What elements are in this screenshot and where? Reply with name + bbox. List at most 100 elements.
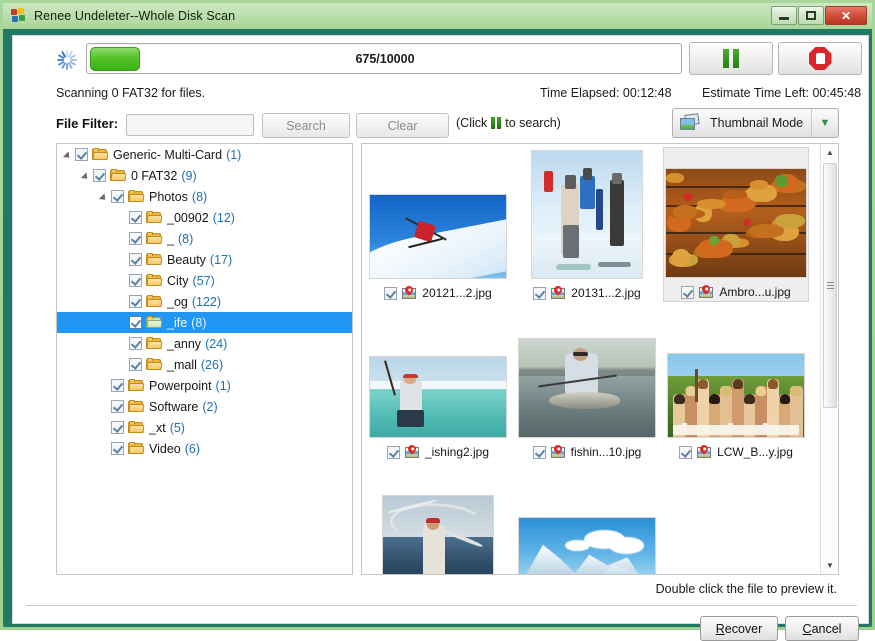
window-controls: ✕ [771, 6, 867, 25]
tree-item-count: (17) [210, 253, 232, 267]
tree-item-checkbox[interactable] [111, 400, 124, 413]
expand-arrow-icon[interactable] [81, 170, 93, 182]
cancel-button[interactable]: Cancel [785, 616, 859, 641]
tree-item[interactable]: _anny(24) [57, 333, 352, 354]
recover-button[interactable]: Recover [700, 616, 778, 641]
search-button[interactable]: Search [262, 113, 350, 138]
thumbnail-item[interactable]: fishin...10.jpg [514, 306, 660, 461]
scroll-up-icon[interactable]: ▲ [821, 144, 839, 161]
thumbnail-item[interactable]: _ishing2.jpg [365, 306, 511, 461]
tree-item[interactable]: _(8) [57, 228, 352, 249]
tree-item[interactable]: _og(122) [57, 291, 352, 312]
tree-item-checkbox[interactable] [111, 442, 124, 455]
tree-item[interactable]: _ife(8) [57, 312, 352, 333]
thumbnail-item[interactable]: 20131...2.jpg [514, 147, 660, 302]
stop-scan-button[interactable] [778, 42, 862, 75]
thumbnail-item[interactable] [514, 465, 660, 575]
tree-item-count: (1) [226, 148, 241, 162]
scroll-down-icon[interactable]: ▼ [821, 557, 839, 574]
folder-icon [146, 232, 162, 245]
chevron-down-icon[interactable]: ▼ [811, 109, 838, 137]
scrollbar-thumb[interactable] [823, 163, 837, 408]
close-button[interactable]: ✕ [825, 6, 867, 25]
thumbnail-item[interactable]: LCW_B...y.jpg [663, 306, 809, 461]
thumbnail-checkbox[interactable] [681, 286, 694, 299]
tree-item-checkbox[interactable] [129, 295, 142, 308]
thumbnail-image[interactable] [518, 517, 656, 575]
folder-icon [146, 295, 162, 308]
tree-item-label: _00902 [167, 211, 209, 225]
minimize-icon [779, 17, 789, 20]
minimize-button[interactable] [771, 6, 797, 25]
tree-item-label: Beauty [167, 253, 206, 267]
expand-arrow-icon[interactable] [63, 149, 75, 161]
file-filter-label: File Filter: [56, 116, 118, 131]
folder-icon [146, 316, 162, 329]
tree-item-checkbox[interactable] [129, 316, 142, 329]
thumbnail-item[interactable] [365, 465, 511, 575]
tree-item-checkbox[interactable] [129, 232, 142, 245]
thumbnail-image[interactable] [531, 150, 643, 279]
tree-item-label: 0 FAT32 [131, 169, 177, 183]
tree-item-checkbox[interactable] [129, 274, 142, 287]
tree-item-count: (26) [201, 358, 223, 372]
tree-item-count: (12) [213, 211, 235, 225]
thumbnail-scrollbar[interactable]: ▲ ▼ [820, 144, 838, 574]
tree-item-checkbox[interactable] [129, 358, 142, 371]
scan-status-text: Scanning 0 FAT32 for files. [56, 86, 205, 100]
thumbnail-image[interactable] [518, 338, 656, 438]
tree-item-checkbox[interactable] [129, 337, 142, 350]
thumbnail-image[interactable] [667, 353, 805, 438]
thumbnail-checkbox[interactable] [387, 446, 400, 459]
thumbnail-filename: 20131...2.jpg [571, 286, 640, 300]
folder-icon [128, 379, 144, 392]
thumbnail-checkbox[interactable] [679, 446, 692, 459]
tree-item-checkbox[interactable] [75, 148, 88, 161]
expand-arrow-icon[interactable] [99, 191, 111, 203]
thumbnail-checkbox[interactable] [533, 446, 546, 459]
tree-item-checkbox[interactable] [129, 211, 142, 224]
tree-item[interactable]: Powerpoint(1) [57, 375, 352, 396]
tree-item-checkbox[interactable] [111, 379, 124, 392]
tree-item-label: _og [167, 295, 188, 309]
tree-item[interactable]: Photos(8) [57, 186, 352, 207]
thumbnail-checkbox[interactable] [533, 287, 546, 300]
tree-item[interactable]: City(57) [57, 270, 352, 291]
tree-item-checkbox[interactable] [111, 421, 124, 434]
tree-item-checkbox[interactable] [111, 190, 124, 203]
image-file-icon [402, 287, 417, 300]
tree-item-label: _mall [167, 358, 197, 372]
thumbnail-meta: Ambro...u.jpg [681, 285, 790, 299]
thumbnail-checkbox[interactable] [384, 287, 397, 300]
tree-item-checkbox[interactable] [129, 253, 142, 266]
tree-item[interactable]: Generic- Multi-Card(1) [57, 144, 352, 165]
tree-item[interactable]: _00902 (12) [57, 207, 352, 228]
tree-item[interactable]: _mall (26) [57, 354, 352, 375]
thumbnail-image[interactable] [369, 356, 507, 438]
thumbnail-item[interactable]: 20121...2.jpg [365, 147, 511, 302]
expander-placeholder [117, 338, 129, 350]
pause-scan-button[interactable] [689, 42, 773, 75]
tree-item-label: City [167, 274, 189, 288]
tree-item[interactable]: Video(6) [57, 438, 352, 459]
thumbnail-item[interactable]: Ambro...u.jpg [663, 147, 809, 302]
view-mode-dropdown[interactable]: Thumbnail Mode ▼ [672, 108, 839, 138]
scan-progress-bar: 675/10000 [86, 43, 682, 74]
tree-item-checkbox[interactable] [93, 169, 106, 182]
progress-text: 675/10000 [87, 44, 683, 73]
maximize-button[interactable] [798, 6, 824, 25]
tree-item[interactable]: _xt(5) [57, 417, 352, 438]
thumbnail-panel[interactable]: 20121...2.jpg 20131...2.jpg Ambro...u.jpg _… [361, 143, 839, 575]
thumbnail-meta: 20121...2.jpg [384, 286, 491, 300]
thumbnail-image[interactable] [369, 194, 507, 279]
file-filter-input[interactable] [126, 114, 254, 136]
tree-item-label: Software [149, 400, 198, 414]
grip-icon [827, 280, 834, 291]
clear-button[interactable]: Clear [356, 113, 449, 138]
thumbnail-image[interactable] [382, 495, 494, 575]
tree-item[interactable]: Software(2) [57, 396, 352, 417]
tree-item[interactable]: Beauty (17) [57, 249, 352, 270]
thumbnail-image[interactable] [665, 168, 807, 278]
folder-tree-panel[interactable]: Generic- Multi-Card(1)0 FAT32(9)Photos(8… [56, 143, 353, 575]
tree-item[interactable]: 0 FAT32(9) [57, 165, 352, 186]
